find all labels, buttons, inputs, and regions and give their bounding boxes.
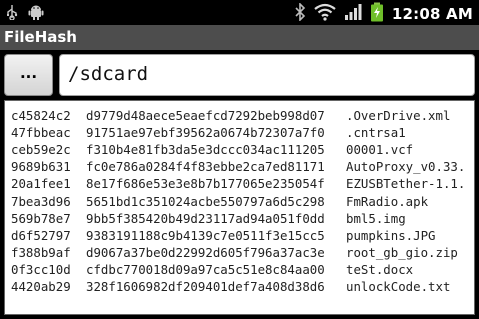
file-name: teSt.docx xyxy=(346,261,414,277)
hash-list[interactable]: c45824c2 d9779d48aece5eaefcd7292beb998d07… xyxy=(4,100,475,315)
notification-icons xyxy=(6,4,44,24)
path-toolbar: ... /sdcard xyxy=(0,50,479,100)
file-name: bml5.img xyxy=(346,210,406,226)
md5-value: d9067a37be0d22992d605f796a37ac3e xyxy=(86,244,325,260)
battery-charging-icon xyxy=(370,2,384,26)
crc-value: ceb59e2c xyxy=(11,142,71,158)
status-bar: 12:08 AM xyxy=(0,0,479,25)
md5-value: cfdbc770018d09a97ca5c51e8c84aa00 xyxy=(86,261,325,277)
crc-value: 9689b631 xyxy=(11,159,71,175)
list-item[interactable]: 569b78e7 9bb5f385420b49d23117ad94a051f0dd… xyxy=(11,211,471,228)
system-icons: 12:08 AM xyxy=(294,2,473,26)
crc-value: 569b78e7 xyxy=(11,210,71,226)
list-item[interactable]: 7bea3d96 5651bd1c351024acbe550797a6d5c298… xyxy=(11,194,471,211)
md5-value: 9383191188c9b4139c7e0511f3e15cc5 xyxy=(86,227,325,243)
file-name: 00001.vcf xyxy=(346,142,414,158)
list-item[interactable]: ceb59e2c f310b4e81fb3da5e3dccc034ac111205… xyxy=(11,142,471,159)
crc-value: 47fbbeac xyxy=(11,125,71,141)
crc-value: 20a1fee1 xyxy=(11,176,71,192)
app-title-bar: FileHash xyxy=(0,25,479,50)
md5-value: d9779d48aece5eaefcd7292beb998d07 xyxy=(86,108,325,123)
list-item[interactable]: 20a1fee1 8e17f686e53e3e8b7b177065e235054f… xyxy=(11,176,471,193)
file-name: .cntrsa1 xyxy=(346,125,406,141)
file-name: pumpkins.JPG xyxy=(346,227,436,243)
crc-value: 4420ab29 xyxy=(11,279,71,294)
bluetooth-icon xyxy=(294,2,306,25)
file-name: AutoProxy_v0.33. xyxy=(346,159,466,175)
android-debug-icon xyxy=(28,4,44,24)
path-input[interactable]: /sdcard xyxy=(59,54,475,96)
file-name: FmRadio.apk xyxy=(346,193,429,209)
crc-value: f388b9af xyxy=(11,244,71,260)
file-name: root_gb_gio.zip xyxy=(346,244,458,260)
md5-value: 5651bd1c351024acbe550797a6d5c298 xyxy=(86,193,325,209)
list-item[interactable]: 47fbbeac 91751ae97ebf39562a0674b72307a7f0… xyxy=(11,125,471,142)
path-value: /sdcard xyxy=(68,63,149,85)
list-item[interactable]: 0f3cc10d cfdbc770018d09a97ca5c51e8c84aa00… xyxy=(11,262,471,279)
clock: 12:08 AM xyxy=(391,5,473,23)
crc-value: d6f52797 xyxy=(11,227,71,243)
wifi-icon xyxy=(314,3,336,25)
signal-icon xyxy=(344,3,362,25)
crc-value: 7bea3d96 xyxy=(11,193,71,209)
crc-value: 0f3cc10d xyxy=(11,261,71,277)
list-item[interactable]: 4420ab29 328f1606982df209401def7a408d38d6… xyxy=(11,279,471,296)
md5-value: f310b4e81fb3da5e3dccc034ac111205 xyxy=(86,142,325,158)
crc-value: c45824c2 xyxy=(11,108,71,123)
list-item[interactable]: 9689b631 fc0e786a0284f4f83ebbe2ca7ed81171… xyxy=(11,159,471,176)
md5-value: 91751ae97ebf39562a0674b72307a7f0 xyxy=(86,125,325,141)
list-item[interactable]: c45824c2 d9779d48aece5eaefcd7292beb998d07… xyxy=(11,108,471,125)
md5-value: fc0e786a0284f4f83ebbe2ca7ed81171 xyxy=(86,159,325,175)
md5-value: 9bb5f385420b49d23117ad94a051f0dd xyxy=(86,210,325,226)
list-item[interactable]: f388b9af d9067a37be0d22992d605f796a37ac3e… xyxy=(11,245,471,262)
md5-value: 328f1606982df209401def7a408d38d6 xyxy=(86,279,325,294)
file-name: .OverDrive.xml xyxy=(346,108,451,123)
list-item[interactable]: d6f52797 9383191188c9b4139c7e0511f3e15cc5… xyxy=(11,228,471,245)
app-title: FileHash xyxy=(4,28,77,46)
file-name: EZUSBTether-1.1. xyxy=(346,176,466,192)
md5-value: 8e17f686e53e3e8b7b177065e235054f xyxy=(86,176,325,192)
browse-button[interactable]: ... xyxy=(4,54,53,96)
file-name: unlockCode.txt xyxy=(346,279,451,294)
usb-icon xyxy=(6,4,18,24)
